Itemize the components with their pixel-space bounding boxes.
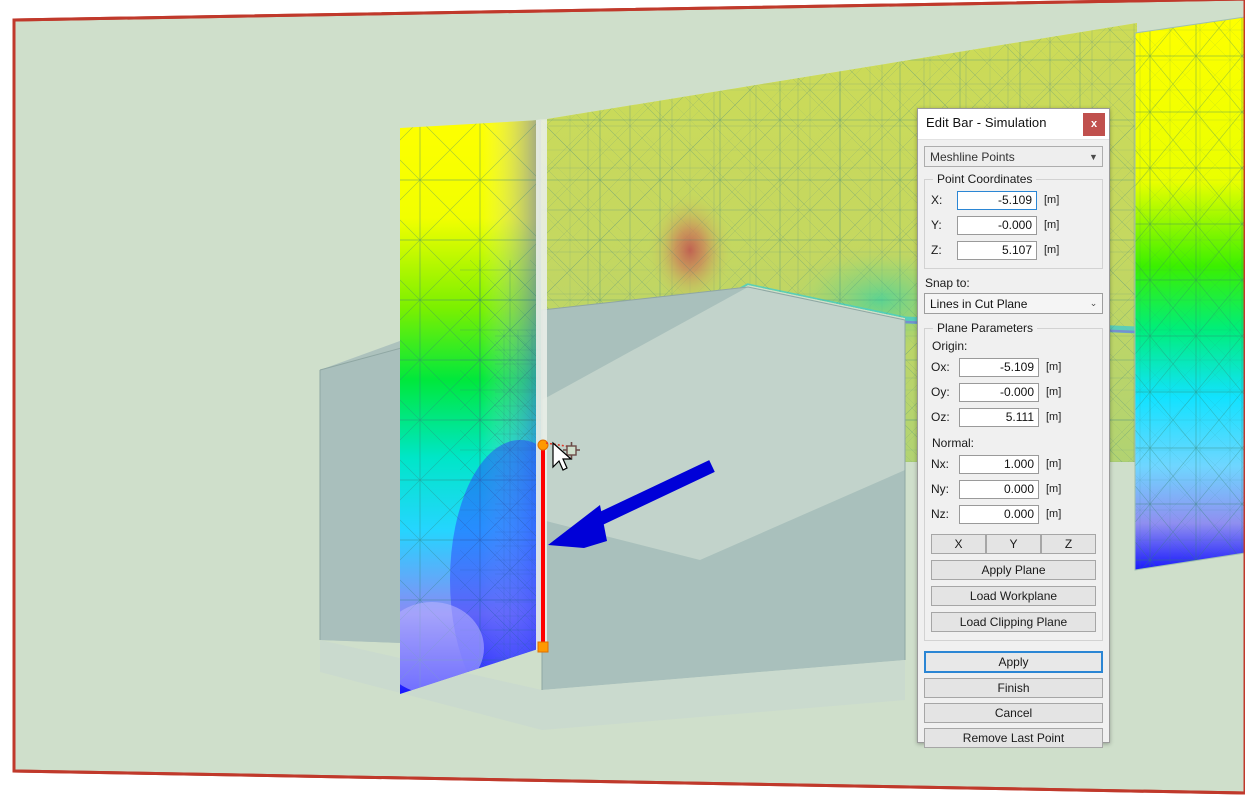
point-z-unit: [m]: [1044, 244, 1060, 256]
normal-z-row: Nz: [m]: [931, 504, 1096, 524]
dialog-title: Edit Bar - Simulation: [926, 115, 1047, 130]
chevron-down-icon: ▼: [1089, 151, 1098, 162]
point-z-input[interactable]: [957, 240, 1037, 260]
axis-z-button[interactable]: Z: [1041, 534, 1096, 554]
normal-y-input[interactable]: [959, 479, 1039, 499]
dialog-body: Meshline Points ▼ Point Coordinates X: […: [918, 146, 1109, 754]
normal-y-unit: [m]: [1046, 483, 1062, 495]
normal-y-row: Ny: [m]: [931, 479, 1096, 499]
point-x-input[interactable]: [957, 190, 1037, 210]
normal-z-unit: [m]: [1046, 508, 1062, 520]
application-root: Edit Bar - Simulation x Meshline Points …: [0, 0, 1245, 805]
axis-y-button[interactable]: Y: [986, 534, 1041, 554]
finish-button[interactable]: Finish: [924, 678, 1103, 698]
point-x-unit: [m]: [1044, 194, 1060, 206]
origin-z-row: Oz: [m]: [931, 407, 1096, 427]
point-x-label: X:: [931, 193, 943, 207]
meshline-points-select[interactable]: Meshline Points ▼: [924, 146, 1103, 167]
origin-label: Origin:: [932, 339, 968, 353]
point-y-input[interactable]: [957, 215, 1037, 235]
apply-button[interactable]: Apply: [924, 651, 1103, 673]
remove-last-point-button[interactable]: Remove Last Point: [924, 728, 1103, 748]
point-y-unit: [m]: [1044, 219, 1060, 231]
meshline-points-select-value: Meshline Points: [930, 149, 1015, 164]
normal-z-input[interactable]: [959, 504, 1039, 524]
normal-x-row: Nx: [m]: [931, 454, 1096, 474]
point-coordinates-legend: Point Coordinates: [933, 172, 1037, 186]
snap-to-select-value: Lines in Cut Plane: [930, 296, 1028, 311]
chevron-down-icon: ⌄: [1089, 298, 1098, 308]
load-clipping-plane-button[interactable]: Load Clipping Plane: [931, 612, 1096, 632]
normal-y-label: Ny:: [931, 482, 949, 496]
load-workplane-button[interactable]: Load Workplane: [931, 586, 1096, 606]
apply-plane-button[interactable]: Apply Plane: [931, 560, 1096, 580]
axis-x-button[interactable]: X: [931, 534, 986, 554]
cancel-button[interactable]: Cancel: [924, 703, 1103, 723]
origin-y-unit: [m]: [1046, 386, 1062, 398]
origin-y-label: Oy:: [931, 385, 950, 399]
edit-bar-dialog[interactable]: Edit Bar - Simulation x Meshline Points …: [917, 108, 1110, 748]
plane-parameters-group: Plane Parameters Origin: Ox: [m] Oy: [m]…: [924, 321, 1103, 641]
bar-point-start[interactable]: [537, 439, 549, 451]
origin-x-row: Ox: [m]: [931, 357, 1096, 377]
origin-x-unit: [m]: [1046, 361, 1062, 373]
normal-x-label: Nx:: [931, 457, 949, 471]
point-y-label: Y:: [931, 218, 942, 232]
normal-z-label: Nz:: [931, 507, 949, 521]
point-coordinates-group: Point Coordinates X: [m] Y: [m] Z: [m]: [924, 172, 1103, 269]
point-y-row: Y: [m]: [931, 215, 1096, 235]
axis-button-row: X Y Z: [931, 534, 1096, 554]
origin-x-label: Ox:: [931, 360, 950, 374]
normal-label: Normal:: [932, 436, 975, 450]
dialog-action-buttons: Apply Finish Cancel Remove Last Point: [924, 651, 1103, 748]
point-z-row: Z: [m]: [931, 240, 1096, 260]
origin-y-row: Oy: [m]: [931, 382, 1096, 402]
normal-x-unit: [m]: [1046, 458, 1062, 470]
right-result-panel: [1135, 17, 1245, 570]
origin-z-input[interactable]: [959, 407, 1039, 427]
point-x-row: X: [m]: [931, 190, 1096, 210]
origin-y-input[interactable]: [959, 382, 1039, 402]
close-icon[interactable]: x: [1083, 113, 1105, 136]
snap-to-select[interactable]: Lines in Cut Plane ⌄: [924, 293, 1103, 314]
origin-x-input[interactable]: [959, 357, 1039, 377]
bar-point-end[interactable]: [537, 641, 549, 653]
plane-parameters-legend: Plane Parameters: [933, 321, 1038, 335]
point-z-label: Z:: [931, 243, 942, 257]
origin-z-unit: [m]: [1046, 411, 1062, 423]
normal-x-input[interactable]: [959, 454, 1039, 474]
origin-z-label: Oz:: [931, 410, 950, 424]
dialog-titlebar[interactable]: Edit Bar - Simulation x: [918, 109, 1109, 140]
snap-to-label: Snap to:: [925, 276, 970, 290]
